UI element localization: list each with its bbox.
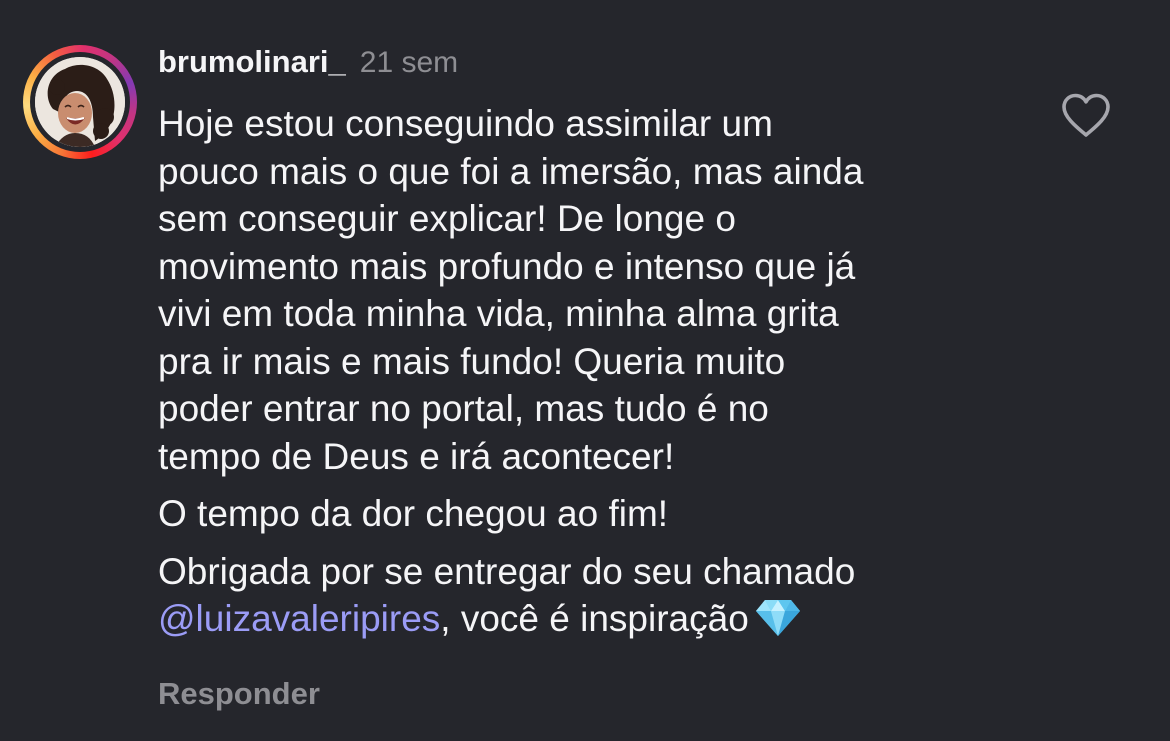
text-line: @luizavaleripires, você é inspiração <box>158 595 1038 649</box>
gem-stone-emoji <box>755 597 801 649</box>
comment-text: Hoje estou conseguindo assimilar um pouc… <box>158 100 1038 649</box>
avatar-photo <box>35 57 125 147</box>
reply-button[interactable]: Responder <box>158 676 320 712</box>
text-line: pra ir mais e mais fundo! Queria muito <box>158 340 786 382</box>
comment-paragraph: Obrigada por se entregar do seu chamado … <box>158 548 1038 649</box>
comment-paragraph: Hoje estou conseguindo assimilar um pouc… <box>158 100 1038 480</box>
heart-outline-icon[interactable] <box>1060 92 1112 138</box>
avatar-border <box>30 52 130 152</box>
comment-paragraph: O tempo da dor chegou ao fim! <box>158 490 1038 538</box>
comment-header: brumolinari_ 21 sem <box>158 44 458 88</box>
text-line: pouco mais o que foi a imersão, mas aind… <box>158 150 864 192</box>
text-line: sem conseguir explicar! De longe o <box>158 198 736 239</box>
text-line: poder entrar no portal, mas tudo é no <box>158 388 769 429</box>
avatar[interactable] <box>23 45 137 159</box>
text-line: tempo de Deus e irá acontecer! <box>158 435 675 477</box>
text-line: Obrigada por se entregar do seu chamado <box>158 550 856 592</box>
text-fragment: , você é inspiração <box>440 598 749 639</box>
text-line: movimento mais profundo e intenso que já <box>158 245 856 287</box>
text-line: Hoje estou conseguindo assimilar um <box>158 103 773 144</box>
username[interactable]: brumolinari_ <box>158 44 346 80</box>
text-line: vivi em toda minha vida, minha alma grit… <box>158 293 839 334</box>
mention-link[interactable]: @luizavaleripires <box>158 598 440 639</box>
timestamp: 21 sem <box>359 46 459 79</box>
text-line: O tempo da dor chegou ao fim! <box>158 493 669 534</box>
comment: brumolinari_ 21 sem Hoje estou conseguin… <box>0 0 1170 741</box>
